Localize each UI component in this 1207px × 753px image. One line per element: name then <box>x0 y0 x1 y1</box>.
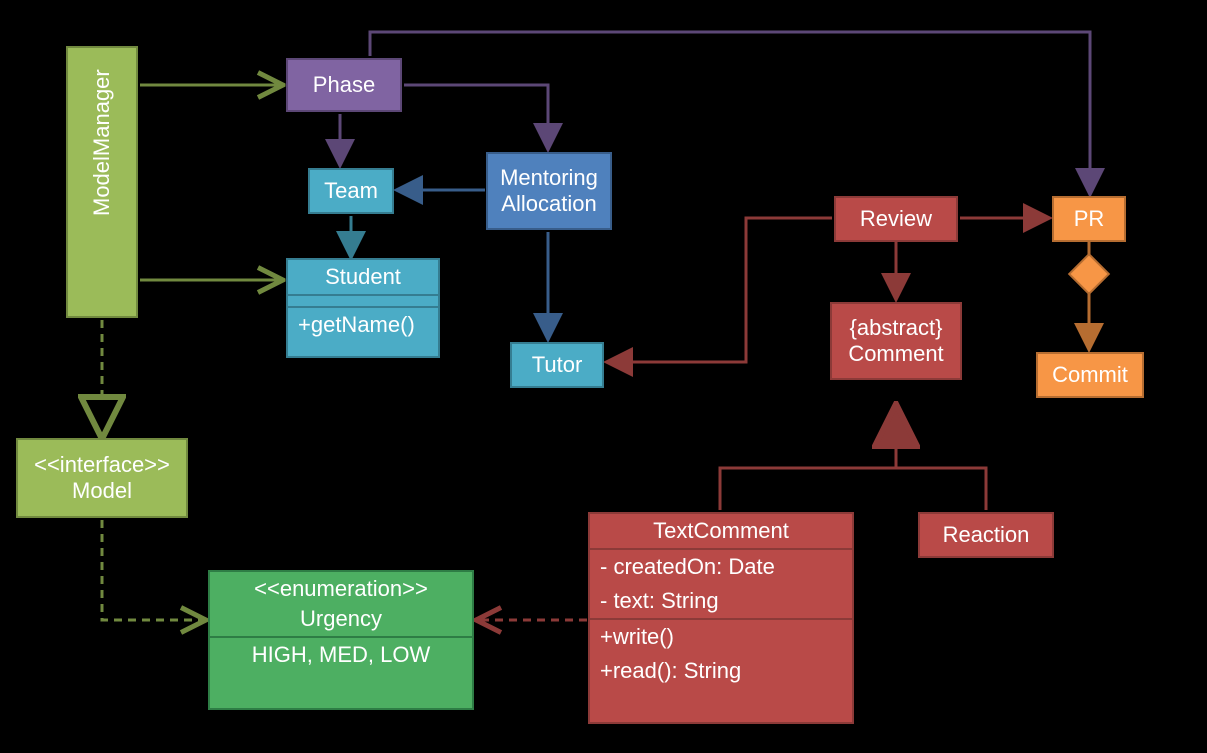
modelmanager-label: ModelManager <box>89 148 115 216</box>
textcomment-m2: +read(): String <box>590 654 852 688</box>
node-student: Student +getName() <box>286 258 440 358</box>
textcomment-m1: +write() <box>590 620 852 654</box>
model-stereotype: <<interface>> <box>18 452 186 478</box>
node-team: Team <box>308 168 394 214</box>
urgency-stereotype: <<enumeration>> <box>210 572 472 606</box>
model-name: Model <box>18 478 186 504</box>
node-tutor: Tutor <box>510 342 604 388</box>
node-commit: Commit <box>1036 352 1144 398</box>
node-phase: Phase <box>286 58 402 112</box>
textcomment-attr1: - createdOn: Date <box>590 550 852 584</box>
pr-label: PR <box>1054 206 1124 232</box>
urgency-name: Urgency <box>210 606 472 636</box>
node-urgency: <<enumeration>> Urgency HIGH, MED, LOW <box>208 570 474 710</box>
tutor-label: Tutor <box>512 352 602 378</box>
node-modelmanager: ModelManager <box>66 46 138 318</box>
mentoring-label1: Mentoring <box>488 165 610 191</box>
node-review: Review <box>834 196 958 242</box>
comment-name: Comment <box>832 341 960 367</box>
node-mentoring: Mentoring Allocation <box>486 152 612 230</box>
team-label: Team <box>310 178 392 204</box>
reaction-label: Reaction <box>920 522 1052 548</box>
textcomment-attr2: - text: String <box>590 584 852 618</box>
commit-label: Commit <box>1038 362 1142 388</box>
review-label: Review <box>836 206 956 232</box>
node-reaction: Reaction <box>918 512 1054 558</box>
urgency-values: HIGH, MED, LOW <box>210 638 472 672</box>
node-comment: {abstract} Comment <box>830 302 962 380</box>
student-method: +getName() <box>288 308 438 342</box>
node-pr: PR <box>1052 196 1126 242</box>
node-textcomment: TextComment - createdOn: Date - text: St… <box>588 512 854 724</box>
comment-abstract: {abstract} <box>832 315 960 341</box>
textcomment-name: TextComment <box>590 514 852 548</box>
student-name: Student <box>288 260 438 294</box>
mentoring-label2: Allocation <box>488 191 610 217</box>
phase-label: Phase <box>288 72 400 98</box>
node-model: <<interface>> Model <box>16 438 188 518</box>
